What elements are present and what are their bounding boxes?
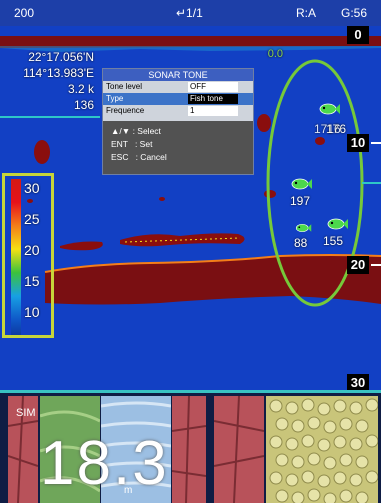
type-label: Type <box>106 94 124 103</box>
color-scale-bar <box>11 179 21 335</box>
depth-readout: 18.3 <box>40 429 169 498</box>
depth-label-0: 0 <box>347 26 369 44</box>
type-row[interactable]: Type Fish tone <box>103 93 253 105</box>
dialog-title: SONAR TONE <box>103 69 253 81</box>
color-scale: 30 25 20 15 10 <box>2 173 54 338</box>
sonar-tone-dialog: SONAR TONE Tone level OFF Type Fish tone… <box>102 68 254 175</box>
top-status-bar: 200 ↵1/1 R:A G:56 <box>0 0 381 26</box>
depth-tick <box>371 142 381 144</box>
help-cancel: ESC : Cancel <box>111 152 167 162</box>
help-set: ENT : Set <box>111 139 153 149</box>
type-value[interactable]: Fish tone <box>188 94 238 104</box>
frequence-value[interactable]: 1 <box>188 106 238 116</box>
depth-label-30: 30 <box>347 374 369 390</box>
depth-panel: SIM 18.3 m <box>0 390 381 503</box>
frequence-label: Frequence <box>106 106 145 115</box>
fish-depth-label: 1716 <box>314 122 341 136</box>
scale-label: 20 <box>24 242 40 258</box>
sim-label: SIM <box>16 407 36 419</box>
fish-depth-label: 197 <box>290 194 311 208</box>
latitude-readout: 22°17.056'N <box>28 50 94 64</box>
sonar-screen: 200 ↵1/1 R:A G:56 0.0 22°17.056'N 114°13… <box>0 0 381 503</box>
frequence-row[interactable]: Frequence 1 <box>103 105 253 117</box>
page-indicator[interactable]: ↵1/1 <box>176 6 203 20</box>
longitude-readout: 114°13.983'E <box>23 66 94 80</box>
fish-icon[interactable] <box>326 216 348 232</box>
fish-icon[interactable] <box>294 222 312 234</box>
scale-label: 10 <box>24 304 40 320</box>
depth-label-20: 20 <box>347 256 369 274</box>
scale-label: 15 <box>24 273 40 289</box>
mode-indicator: R:A <box>296 6 317 20</box>
right-pointer-line <box>362 182 381 184</box>
tone-level-row[interactable]: Tone level OFF <box>103 81 253 93</box>
left-pointer-line <box>0 116 100 118</box>
texture-tile <box>172 396 206 503</box>
range-indicator: 200 <box>14 6 35 20</box>
gain-indicator: G:56 <box>341 6 368 20</box>
dialog-help: ▲/▼ : Select ENT : Set ESC : Cancel <box>103 121 253 174</box>
texture-tile <box>214 396 264 503</box>
depth-tick <box>371 264 381 266</box>
heading-readout: 136 <box>73 98 94 112</box>
depth-unit: m <box>124 485 133 496</box>
speed-readout: 3.2 k <box>67 82 94 96</box>
fish-icon[interactable] <box>318 101 340 117</box>
scale-label: 30 <box>24 180 40 196</box>
fish-depth-label: 88 <box>294 236 308 250</box>
aux-readout: 0.0 <box>267 48 283 60</box>
fish-icon[interactable] <box>290 176 312 192</box>
tone-level-value[interactable]: OFF <box>188 82 238 92</box>
scale-label: 25 <box>24 211 40 227</box>
tone-level-label: Tone level <box>106 82 143 91</box>
depth-label-10: 10 <box>347 134 369 152</box>
fish-depth-label: 155 <box>323 234 344 248</box>
texture-tile <box>266 396 378 503</box>
help-select: ▲/▼ : Select <box>111 126 161 136</box>
